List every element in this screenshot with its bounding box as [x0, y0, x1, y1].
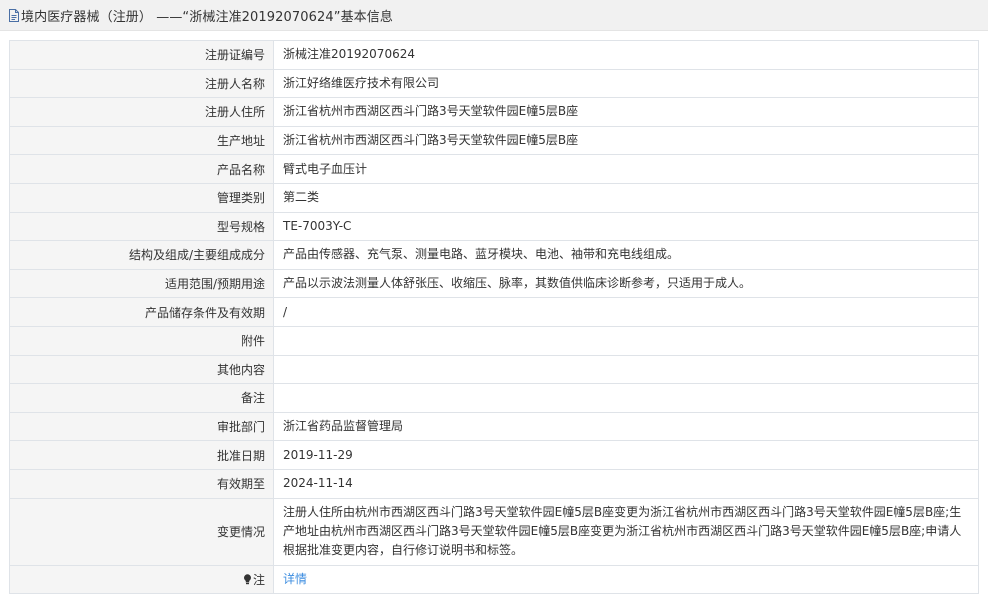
- field-label: 有效期至: [9, 468, 274, 499]
- field-value: TE-7003Y-C: [273, 211, 979, 242]
- table-row: 审批部门 浙江省药品监督管理局: [9, 411, 979, 442]
- table-row: 产品储存条件及有效期 /: [9, 297, 979, 327]
- field-label: 结构及组成/主要组成成分: [9, 240, 274, 270]
- table-row: 型号规格 TE-7003Y-C: [9, 211, 979, 242]
- field-label: 批准日期: [9, 440, 274, 470]
- field-label: 注册人住所: [9, 97, 274, 127]
- table-row: 变更情况 注册人住所由杭州市西湖区西斗门路3号天堂软件园E幢5层B座变更为浙江省杭…: [9, 497, 979, 566]
- field-label: 附件: [9, 325, 274, 356]
- field-label: 生产地址: [9, 125, 274, 156]
- table-row: 适用范围/预期用途 产品以示波法测量人体舒张压、收缩压、脉率，其数值供临床诊断参考…: [9, 268, 979, 299]
- page-header: 境内医疗器械（注册） ——“浙械注准20192070624”基本信息: [0, 0, 988, 31]
- table-row: 有效期至 2024-11-14: [9, 468, 979, 499]
- page-title: 境内医疗器械（注册） ——“浙械注准20192070624”基本信息: [21, 9, 393, 25]
- field-label: 审批部门: [9, 411, 274, 442]
- field-label: 注册人名称: [9, 68, 274, 99]
- field-label: 管理类别: [9, 182, 274, 213]
- field-value: 浙械注准20192070624: [273, 40, 979, 70]
- field-value: 浙江好络维医疗技术有限公司: [273, 68, 979, 99]
- table-row: 产品名称 臂式电子血压计: [9, 154, 979, 184]
- field-value: /: [273, 297, 979, 327]
- note-label-cell: 注: [9, 564, 274, 595]
- field-value: 产品由传感器、充气泵、测量电路、蓝牙模块、电池、袖带和充电线组成。: [273, 240, 979, 270]
- field-value: 注册人住所由杭州市西湖区西斗门路3号天堂软件园E幢5层B座变更为浙江省杭州市西湖…: [273, 497, 979, 566]
- device-info-table: 注册证编号 浙械注准20192070624 注册人名称 浙江好络维医疗技术有限公司 注册…: [9, 40, 979, 595]
- details-link[interactable]: 详情: [283, 572, 307, 586]
- table-row: 注册证编号 浙械注准20192070624: [9, 40, 979, 70]
- note-row: 注 详情: [9, 564, 979, 595]
- field-label: 其他内容: [9, 354, 274, 385]
- table-row: 附件: [9, 325, 979, 356]
- field-label: 备注: [9, 383, 274, 413]
- table-row: 生产地址 浙江省杭州市西湖区西斗门路3号天堂软件园E幢5层B座: [9, 125, 979, 156]
- note-value-cell: 详情: [273, 564, 979, 595]
- table-row: 注册人住所 浙江省杭州市西湖区西斗门路3号天堂软件园E幢5层B座: [9, 97, 979, 127]
- note-label: 注: [252, 572, 265, 587]
- field-value: [273, 383, 979, 413]
- field-label: 适用范围/预期用途: [9, 268, 274, 299]
- table-row: 批准日期 2019-11-29: [9, 440, 979, 470]
- document-icon: [9, 8, 19, 22]
- field-value: 2019-11-29: [273, 440, 979, 470]
- field-value: 2024-11-14: [273, 468, 979, 499]
- field-value: 产品以示波法测量人体舒张压、收缩压、脉率，其数值供临床诊断参考，只适用于成人。: [273, 268, 979, 299]
- field-value: 浙江省杭州市西湖区西斗门路3号天堂软件园E幢5层B座: [273, 125, 979, 156]
- field-value: 浙江省药品监督管理局: [273, 411, 979, 442]
- lightbulb-icon: [243, 574, 251, 584]
- table-row: 结构及组成/主要组成成分 产品由传感器、充气泵、测量电路、蓝牙模块、电池、袖带和充…: [9, 240, 979, 270]
- field-label: 产品储存条件及有效期: [9, 297, 274, 327]
- table-row: 注册人名称 浙江好络维医疗技术有限公司: [9, 68, 979, 99]
- field-value: [273, 354, 979, 385]
- table-row: 其他内容: [9, 354, 979, 385]
- field-label: 产品名称: [9, 154, 274, 184]
- field-label: 型号规格: [9, 211, 274, 242]
- field-value: [273, 325, 979, 356]
- table-row: 备注: [9, 383, 979, 413]
- field-value: 第二类: [273, 182, 979, 213]
- field-label: 注册证编号: [9, 40, 274, 70]
- table-row: 管理类别 第二类: [9, 182, 979, 213]
- field-value: 臂式电子血压计: [273, 154, 979, 184]
- field-label: 变更情况: [9, 497, 274, 566]
- field-value: 浙江省杭州市西湖区西斗门路3号天堂软件园E幢5层B座: [273, 97, 979, 127]
